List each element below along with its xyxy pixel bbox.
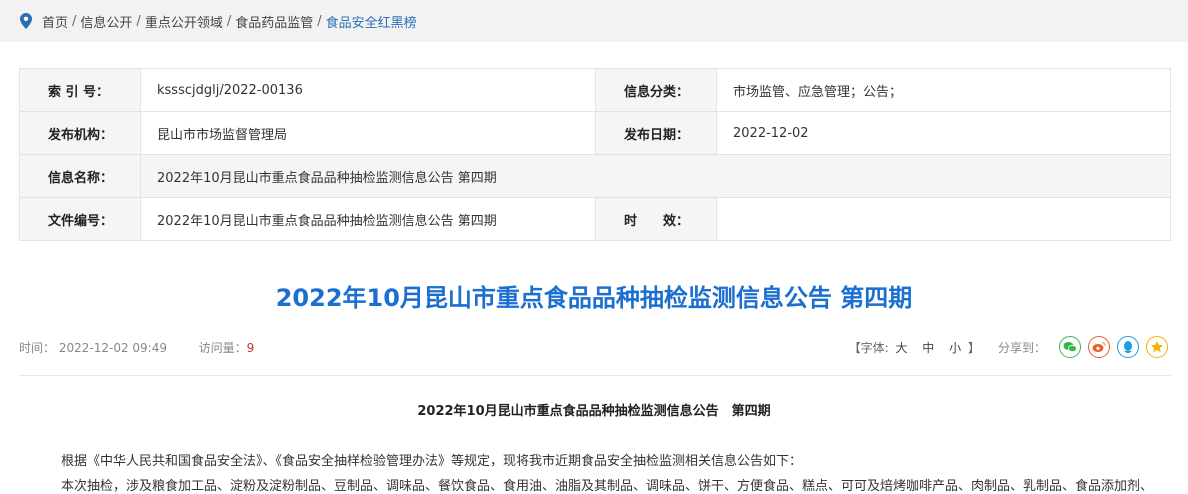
font-size-switcher: 【字体: 大 中 小 】: [849, 339, 980, 356]
visits-label: 访问量：: [198, 341, 247, 355]
breadcrumb-separator: /: [226, 13, 232, 29]
weibo-icon[interactable]: [1088, 336, 1110, 358]
qzone-icon[interactable]: [1146, 336, 1168, 358]
breadcrumb-current[interactable]: 食品安全红黑榜: [326, 12, 417, 31]
breadcrumb-info-public[interactable]: 信息公开: [80, 12, 132, 31]
article-meta: 时间： 2022-12-02 09:49 访问量：9: [19, 339, 254, 356]
breadcrumb-key-areas[interactable]: 重点公开领域: [145, 12, 223, 31]
article-paragraph: 根据《中华人民共和国食品安全法》、《食品安全抽样检验管理办法》等规定，现将我市近…: [61, 454, 803, 469]
info-row: 文件编号： 2022年10月昆山市重点食品品种抽检监测信息公告 第四期 时 效：: [19, 197, 1171, 241]
date-value: 2022-12-02: [716, 111, 1171, 155]
validity-label: 时 效：: [595, 197, 717, 241]
index-value: ksssсjdglj/2022-00136: [140, 68, 596, 112]
font-size-open: 【字体:: [848, 340, 889, 355]
validity-value: [716, 197, 1171, 241]
info-row: 发布机构： 昆山市市场监督管理局 发布日期： 2022-12-02: [19, 111, 1171, 155]
doc-number-label: 文件编号：: [19, 197, 141, 241]
info-table: 索 引 号： ksssсjdglj/2022-00136 信息分类： 市场监管、…: [19, 68, 1171, 241]
article-subtitle: 2022年10月昆山市重点食品品种抽检监测信息公告 第四期: [417, 404, 771, 419]
info-row: 信息名称： 2022年10月昆山市重点食品品种抽检监测信息公告 第四期: [19, 154, 1171, 198]
org-value: 昆山市市场监督管理局: [140, 111, 596, 155]
time-value: 2022-12-02 09:49: [58, 341, 167, 355]
doc-number-value: 2022年10月昆山市重点食品品种抽检监测信息公告 第四期: [140, 197, 596, 241]
share-label: 分享到：: [997, 340, 1046, 355]
font-medium-button[interactable]: 中: [922, 341, 934, 355]
visits-count: 9: [246, 341, 255, 355]
info-row: 索 引 号： ksssсjdglj/2022-00136 信息分类： 市场监管、…: [19, 68, 1171, 112]
org-label: 发布机构：: [19, 111, 141, 155]
name-label: 信息名称：: [19, 154, 141, 198]
breadcrumb-separator: /: [72, 13, 77, 29]
font-small-button[interactable]: 小: [949, 341, 961, 355]
breadcrumb: 首页 / 信息公开 / 重点公开领域 / 食品药品监管 / 食品安全红黑榜: [0, 0, 1188, 42]
date-label: 发布日期：: [595, 111, 717, 155]
article-tools: 【字体: 大 中 小 】 分享到：: [849, 336, 1168, 358]
time-label: 时间：: [19, 341, 56, 355]
divider: [19, 375, 1171, 376]
qq-icon[interactable]: [1117, 336, 1139, 358]
index-label: 索 引 号：: [19, 68, 141, 112]
font-large-button[interactable]: 大: [895, 341, 907, 355]
breadcrumb-separator: /: [136, 13, 141, 29]
article-paragraph: 本次抽检，涉及粮食加工品、淀粉及淀粉制品、豆制品、调味品、餐饮食品、食用油、油脂…: [61, 479, 1154, 494]
wechat-icon[interactable]: [1059, 336, 1081, 358]
name-value: 2022年10月昆山市重点食品品种抽检监测信息公告 第四期: [140, 154, 1171, 198]
breadcrumb-separator: /: [317, 13, 322, 29]
font-size-close: 】: [967, 340, 980, 355]
breadcrumb-home[interactable]: 首页: [42, 12, 68, 31]
category-value: 市场监管、应急管理；公告；: [716, 68, 1171, 112]
breadcrumb-food-drug[interactable]: 食品药品监管: [235, 12, 313, 31]
location-pin-icon: [20, 13, 32, 29]
category-label: 信息分类：: [595, 68, 717, 112]
article-title: 2022年10月昆山市重点食品品种抽检监测信息公告 第四期: [275, 284, 913, 312]
